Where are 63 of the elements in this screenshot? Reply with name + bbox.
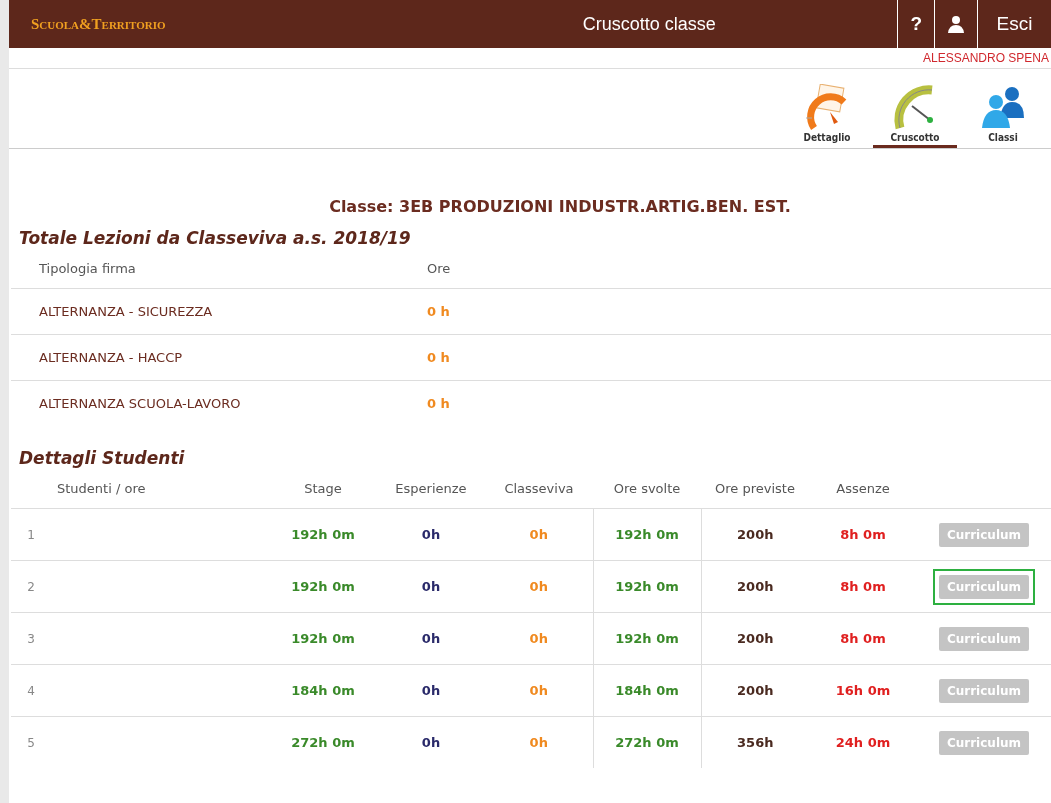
nav-tab[interactable]: Cruscotto	[873, 72, 957, 148]
row-number: 3	[27, 632, 35, 646]
row-number: 4	[27, 684, 35, 698]
table-cell: 200h	[737, 683, 774, 698]
table-cell: 0h	[421, 579, 441, 594]
table-cell: 192h 0m	[291, 527, 355, 542]
table-cell-text: 0 h	[426, 350, 450, 365]
table-cell: 0h	[421, 631, 441, 646]
page-title: Cruscotto classe	[581, 13, 717, 35]
table-cell: 200h	[737, 527, 774, 542]
column-header: Classeviva	[504, 480, 574, 496]
column-header: Stage	[304, 480, 342, 496]
logout-button[interactable]: Esci	[977, 0, 1051, 48]
row-number: 1	[27, 528, 35, 542]
table-cell: 272h 0m	[615, 735, 679, 750]
table-cell: 16h 0m	[835, 683, 891, 698]
table-cell-text: ALTERNANZA - SICUREZZA	[38, 304, 213, 319]
table-cell-text: ALTERNANZA - HACCP	[38, 350, 183, 365]
section-title: Totale Lezioni da Classeviva a.s. 2018/19	[19, 228, 412, 248]
table-cell: 0h	[421, 527, 441, 542]
table-cell: 0h	[529, 683, 548, 698]
table-cell: 0h	[529, 527, 548, 542]
table-cell: 192h 0m	[615, 527, 679, 542]
table-cell: 192h 0m	[615, 579, 679, 594]
table-cell-text: ALTERNANZA SCUOLA-LAVORO	[38, 396, 241, 411]
column-header: Assenze	[836, 480, 890, 496]
help-button[interactable]: ?	[897, 0, 934, 48]
section-title: Dettagli Studenti	[19, 448, 186, 468]
user-icon	[947, 15, 965, 33]
logo[interactable]: Scuola&Territorio	[9, 15, 331, 33]
column-header: Tipologia firma	[38, 260, 136, 276]
table-cell: 356h	[737, 735, 774, 750]
table-cell: 8h 0m	[840, 527, 886, 542]
table-cell: 0h	[421, 735, 441, 750]
table-cell: 8h 0m	[840, 631, 886, 646]
people-icon	[980, 84, 1026, 130]
column-header: Esperienze	[395, 480, 467, 496]
table-cell: 184h 0m	[615, 683, 679, 698]
nav-tab[interactable]: Classi	[961, 72, 1045, 148]
table-cell: 8h 0m	[840, 579, 886, 594]
table-cell: 192h 0m	[615, 631, 679, 646]
column-header: Ore svolte	[613, 480, 681, 496]
table-cell: 200h	[737, 631, 774, 646]
table-cell-text: 0 h	[426, 304, 450, 319]
table-cell: 184h 0m	[291, 683, 355, 698]
table-cell: 272h 0m	[291, 735, 355, 750]
table-cell: 0h	[529, 631, 548, 646]
row-number: 5	[27, 736, 35, 750]
table-cell: 192h 0m	[291, 579, 355, 594]
table-cell: 0h	[529, 579, 548, 594]
class-title: Classe: 3EB PRODUZIONI INDUSTR.ARTIG.BEN. EST.	[328, 197, 792, 216]
nav-tab[interactable]: Dettaglio	[785, 72, 869, 148]
row-number: 2	[27, 580, 35, 594]
table-cell-text: 0 h	[426, 396, 450, 411]
column-header: Studenti / ore	[56, 480, 146, 496]
user-name: ALESSANDRO SPENA	[922, 51, 1050, 65]
table-cell: 200h	[737, 579, 774, 594]
table-cell: 24h 0m	[835, 735, 891, 750]
table-cell: 0h	[529, 735, 548, 750]
column-header: Ore	[426, 260, 451, 276]
column-header: Ore previste	[715, 480, 795, 496]
table-cell: 192h 0m	[291, 631, 355, 646]
table-cell: 0h	[421, 683, 441, 698]
